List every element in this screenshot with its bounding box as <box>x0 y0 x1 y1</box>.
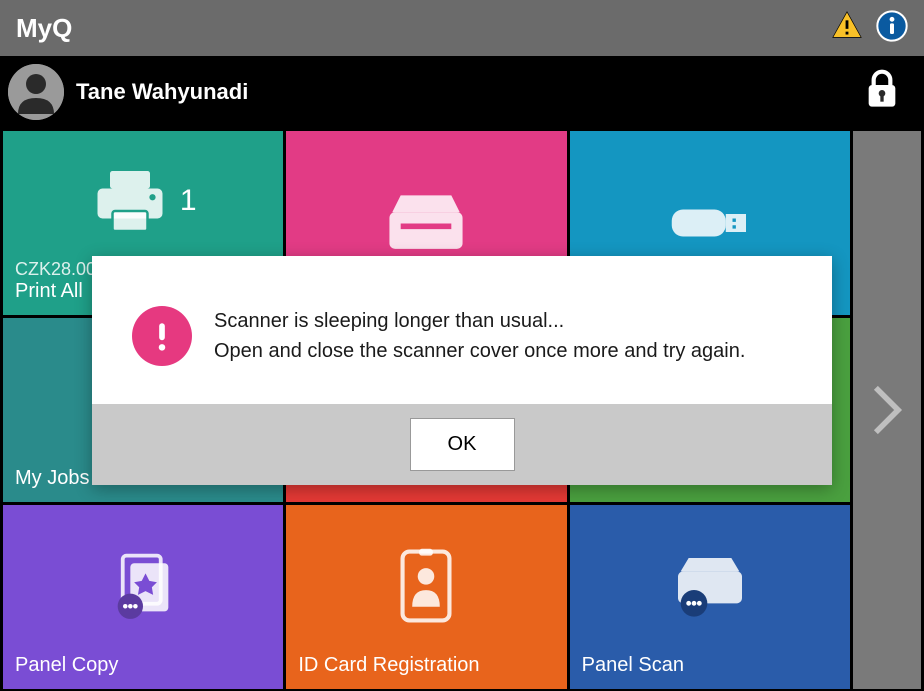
user-bar: Tane Wahyunadi <box>0 56 924 128</box>
title-bar: MyQ <box>0 0 924 56</box>
info-icon[interactable] <box>876 10 908 47</box>
next-page-arrow[interactable] <box>853 131 921 689</box>
ok-button[interactable]: OK <box>410 418 515 471</box>
scan-icon <box>582 517 838 654</box>
copy-icon <box>15 517 271 654</box>
alert-dialog: Scanner is sleeping longer than usual...… <box>92 256 832 485</box>
dialog-text: Scanner is sleeping longer than usual...… <box>214 306 745 366</box>
tile-label: Panel Scan <box>582 654 838 677</box>
dialog-line2: Open and close the scanner cover once mo… <box>214 336 745 366</box>
alert-icon <box>132 306 192 366</box>
tile-id-card[interactable]: ID Card Registration <box>286 505 566 689</box>
tile-label: Panel Copy <box>15 654 271 677</box>
title-bar-right <box>830 9 908 48</box>
user-name: Tane Wahyunadi <box>76 79 248 105</box>
dialog-footer: OK <box>92 404 832 485</box>
tile-panel-scan[interactable]: Panel Scan <box>570 505 850 689</box>
dialog-line1: Scanner is sleeping longer than usual... <box>214 306 745 336</box>
user-left: Tane Wahyunadi <box>8 64 248 120</box>
id-card-icon <box>298 517 554 654</box>
app-title: MyQ <box>16 13 72 44</box>
tile-panel-copy[interactable]: Panel Copy <box>3 505 283 689</box>
print-count: 1 <box>180 184 197 218</box>
warning-icon[interactable] <box>830 9 864 48</box>
dialog-body: Scanner is sleeping longer than usual...… <box>92 256 832 404</box>
lock-icon[interactable] <box>862 68 916 117</box>
avatar[interactable] <box>8 64 64 120</box>
tile-label: ID Card Registration <box>298 654 554 677</box>
printer-icon: 1 <box>15 143 271 259</box>
